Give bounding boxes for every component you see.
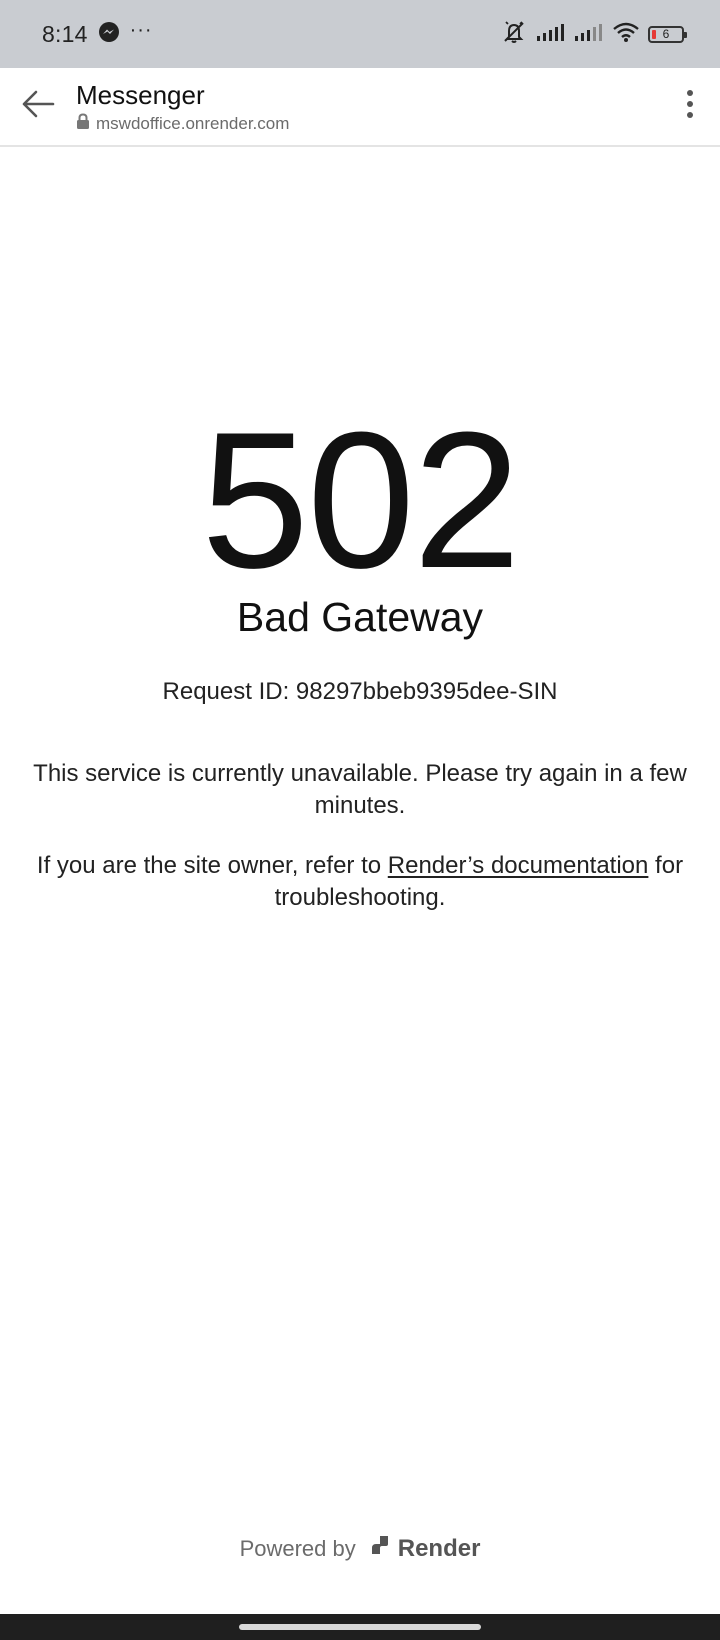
notification-dots: ··· — [129, 18, 153, 41]
status-bar: 8:14 ··· 6 — [0, 0, 720, 68]
back-arrow-icon — [20, 89, 56, 124]
status-right: 6 — [500, 20, 687, 49]
wifi-icon — [612, 21, 640, 48]
url-row: mswdoffice.onrender.com — [76, 113, 289, 135]
home-indicator[interactable] — [239, 1624, 481, 1630]
render-brand-label: Render — [397, 1534, 481, 1562]
status-left: 8:14 ··· — [42, 18, 153, 48]
signal-icon — [536, 22, 566, 47]
signal-icon — [574, 22, 604, 47]
error-code: 502 — [201, 392, 521, 609]
render-logo-icon — [368, 1534, 390, 1563]
error-title: Bad Gateway — [236, 594, 484, 640]
owner-note: If you are the site owner, refer to Rend… — [14, 850, 706, 914]
error-message: This service is currently unavailable. P… — [33, 760, 687, 819]
browser-title: Messenger — [76, 80, 205, 110]
owner-note-prefix: If you are the site owner, refer to — [36, 852, 388, 879]
status-time: 8:14 — [42, 20, 88, 47]
system-nav-bar — [0, 1614, 720, 1640]
lock-icon — [76, 113, 90, 135]
powered-by-label: Powered by — [239, 1535, 356, 1561]
url-text[interactable]: mswdoffice.onrender.com — [96, 114, 289, 134]
request-id: Request ID: 98297bbeb9395dee-SIN — [162, 678, 558, 705]
render-documentation-link[interactable]: Render’s documentation — [388, 852, 649, 879]
battery-icon: 6 — [648, 25, 687, 43]
messenger-icon — [98, 21, 120, 48]
silent-bell-icon — [500, 20, 528, 49]
render-brand-link[interactable]: Render — [368, 1534, 481, 1563]
browser-title-block: Messenger mswdoffice.onrender.com — [76, 78, 289, 135]
back-button[interactable] — [0, 67, 76, 146]
footer: Powered by Render — [0, 1534, 720, 1563]
more-options-button[interactable] — [660, 67, 720, 146]
more-vert-icon — [686, 89, 694, 124]
browser-toolbar: Messenger mswdoffice.onrender.com — [0, 68, 720, 147]
battery-level: 6 — [662, 27, 670, 41]
